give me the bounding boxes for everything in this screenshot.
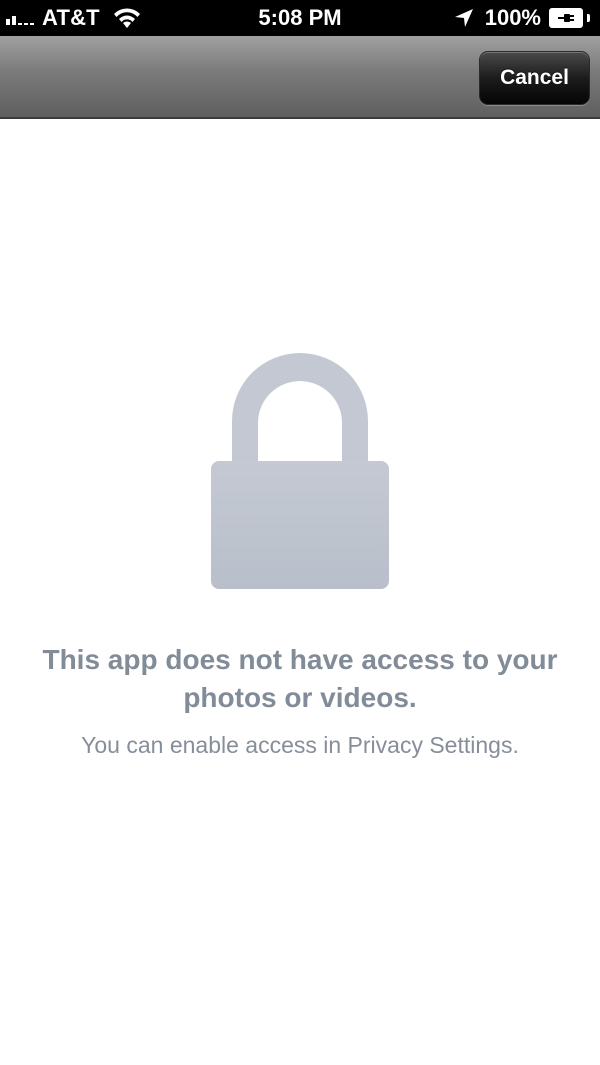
battery-percent: 100% (484, 5, 541, 30)
lock-icon (211, 353, 389, 589)
navigation-bar: Cancel (0, 36, 600, 119)
battery-tip (587, 14, 590, 22)
status-right: 100% (453, 0, 590, 36)
privacy-settings-hint: You can enable access in Privacy Setting… (81, 732, 519, 758)
battery-icon (549, 8, 583, 28)
wifi-icon (113, 8, 140, 28)
cancel-button[interactable]: Cancel (479, 51, 590, 105)
location-arrow-icon (454, 9, 473, 27)
access-denied-view: This app does not have access to your ph… (0, 119, 600, 1065)
charging-plug-icon (558, 14, 574, 22)
signal-strength-icon (6, 11, 36, 25)
access-denied-title: This app does not have access to your ph… (42, 644, 558, 713)
status-left: AT&T (6, 0, 142, 36)
status-bar: AT&T 5:08 PM 100% (0, 0, 600, 36)
carrier-name: AT&T (42, 5, 100, 30)
